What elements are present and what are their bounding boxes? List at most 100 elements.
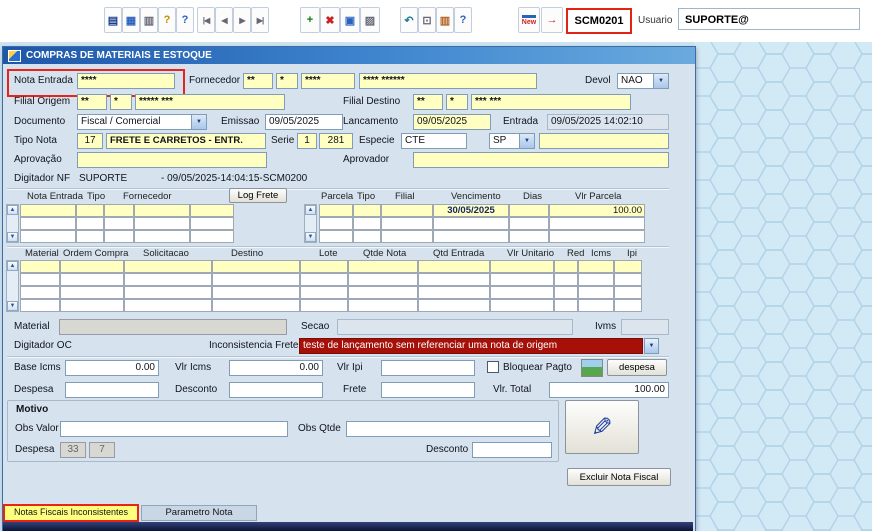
grid-cell[interactable]	[190, 204, 234, 217]
grid-cell[interactable]	[381, 204, 433, 217]
grid-cell[interactable]	[348, 286, 418, 299]
tab-parametro-nota[interactable]: Parametro Nota	[141, 505, 257, 521]
base-icms-field[interactable]: 0.00	[65, 360, 159, 376]
grid-cell[interactable]	[614, 299, 642, 312]
next-record-button[interactable]: ▶	[233, 7, 251, 33]
chevron-down-icon[interactable]: ▼	[519, 134, 534, 148]
grid-cell[interactable]	[20, 217, 76, 230]
cards-button[interactable]: ▥	[436, 7, 454, 33]
grid-cell[interactable]	[381, 217, 433, 230]
grid-cell[interactable]	[212, 273, 300, 286]
material-grid-scrollbar[interactable]: ▲▼	[6, 260, 19, 312]
grid-cell[interactable]	[554, 273, 578, 286]
nota-grid-scrollbar[interactable]: ▲▼	[6, 204, 19, 243]
grid-cell[interactable]	[433, 230, 509, 243]
grid-cell[interactable]	[418, 273, 490, 286]
help-button[interactable]: ?	[454, 7, 472, 33]
grid-cell[interactable]	[104, 204, 134, 217]
grid-cell[interactable]	[353, 230, 381, 243]
grid-cell[interactable]	[212, 299, 300, 312]
chevron-down-icon[interactable]: ▼	[653, 74, 668, 88]
grid-cell[interactable]	[76, 217, 104, 230]
insert-record-button[interactable]: +	[300, 7, 320, 33]
grid-cell[interactable]	[353, 204, 381, 217]
grid-cell[interactable]	[509, 204, 549, 217]
grid-cell[interactable]	[319, 217, 353, 230]
filial-destino-nome-field[interactable]: *** ***	[471, 94, 631, 110]
vlr-ipi-field[interactable]	[381, 360, 475, 376]
vlr-parcela-cell[interactable]: 100.00	[549, 204, 645, 217]
grid-cell[interactable]	[348, 273, 418, 286]
first-record-button[interactable]: |◀	[197, 7, 215, 33]
grid-cell[interactable]	[490, 260, 554, 273]
last-record-button[interactable]: ▶|	[251, 7, 269, 33]
aprovacao-field[interactable]	[77, 152, 267, 168]
fornecedor-nome-field[interactable]: **** ******	[359, 73, 537, 89]
grid-cell[interactable]	[104, 217, 134, 230]
new-note-button[interactable]: New	[518, 7, 540, 33]
search-button[interactable]: ▣	[340, 7, 360, 33]
vlr-icms-field[interactable]: 0.00	[229, 360, 323, 376]
grid-cell[interactable]	[578, 260, 614, 273]
query-edit-button[interactable]: ?	[158, 7, 176, 33]
grid-cell[interactable]	[433, 217, 509, 230]
grid-cell[interactable]	[554, 286, 578, 299]
nota-numero-field[interactable]: 281	[319, 133, 353, 149]
scroll-down-icon[interactable]: ▼	[305, 232, 316, 242]
filial-origem-nome-field[interactable]: ***** ***	[135, 94, 285, 110]
exit-button[interactable]: →	[541, 7, 563, 33]
grid-cell[interactable]	[353, 217, 381, 230]
desconto-field[interactable]	[229, 382, 323, 398]
serie-field[interactable]: 1	[297, 133, 317, 149]
tab-notas-fiscais-inconsistentes[interactable]: Notas Fiscais Inconsistentes	[3, 504, 139, 522]
grid-cell[interactable]	[124, 286, 212, 299]
parcela-grid-scrollbar[interactable]: ▲▼	[304, 204, 317, 243]
delete-record-button[interactable]: ✖	[320, 7, 340, 33]
grid-cell[interactable]	[614, 260, 642, 273]
title-bar[interactable]: COMPRAS DE MATERIAIS E ESTOQUE	[3, 47, 695, 64]
scroll-down-icon[interactable]: ▼	[7, 232, 18, 242]
user-field[interactable]: SUPORTE@	[678, 8, 860, 30]
especie-field[interactable]: CTE	[401, 133, 467, 149]
preview-button[interactable]: ▦	[122, 7, 140, 33]
tipo-nota-desc-field[interactable]: FRETE E CARRETOS - ENTR.	[106, 133, 266, 149]
chevron-down-icon[interactable]: ▼	[191, 115, 206, 129]
undo-button[interactable]: ↶	[400, 7, 418, 33]
filial-destino-dig-field[interactable]: *	[446, 94, 468, 110]
grid-cell[interactable]	[300, 286, 348, 299]
grid-cell[interactable]	[348, 260, 418, 273]
frete-field[interactable]	[381, 382, 475, 398]
especie-extra-field[interactable]	[539, 133, 669, 149]
grid-cell[interactable]	[509, 217, 549, 230]
bloquear-pagto-checkbox[interactable]	[487, 361, 499, 373]
grid-cell[interactable]	[124, 260, 212, 273]
emissao-field[interactable]: 09/05/2025	[265, 114, 343, 130]
lancamento-field[interactable]: 09/05/2025	[413, 114, 491, 130]
grid-cell[interactable]	[20, 204, 76, 217]
grid-cell[interactable]	[554, 260, 578, 273]
grid-cell[interactable]	[60, 286, 124, 299]
motivo-desconto-field[interactable]	[472, 442, 552, 458]
documento-combo[interactable]: Fiscal / Comercial▼	[77, 114, 207, 130]
grid-cell[interactable]	[549, 217, 645, 230]
nota-entrada-field[interactable]: ****	[77, 73, 175, 89]
grid-cell[interactable]	[20, 230, 76, 243]
grid-cell[interactable]	[60, 273, 124, 286]
filial-origem-dig-field[interactable]: *	[110, 94, 132, 110]
edit-note-button[interactable]: ✎	[565, 400, 639, 454]
obs-qtde-field[interactable]	[346, 421, 550, 437]
tipo-nota-cod-field[interactable]: 17	[77, 133, 103, 149]
scroll-down-icon[interactable]: ▼	[7, 301, 18, 311]
grid-cell[interactable]	[212, 286, 300, 299]
grid-cell[interactable]	[76, 204, 104, 217]
grid-cell[interactable]	[490, 273, 554, 286]
grid-cell[interactable]	[20, 273, 60, 286]
scroll-up-icon[interactable]: ▲	[7, 205, 18, 215]
despesa-field[interactable]	[65, 382, 159, 398]
grid-cell[interactable]	[578, 299, 614, 312]
excluir-nota-fiscal-button[interactable]: Excluir Nota Fiscal	[567, 468, 671, 486]
devol-combo[interactable]: NAO▼	[617, 73, 669, 89]
grid-cell[interactable]	[60, 299, 124, 312]
fornecedor-loja-field[interactable]: ****	[301, 73, 355, 89]
grid-cell[interactable]	[20, 260, 60, 273]
